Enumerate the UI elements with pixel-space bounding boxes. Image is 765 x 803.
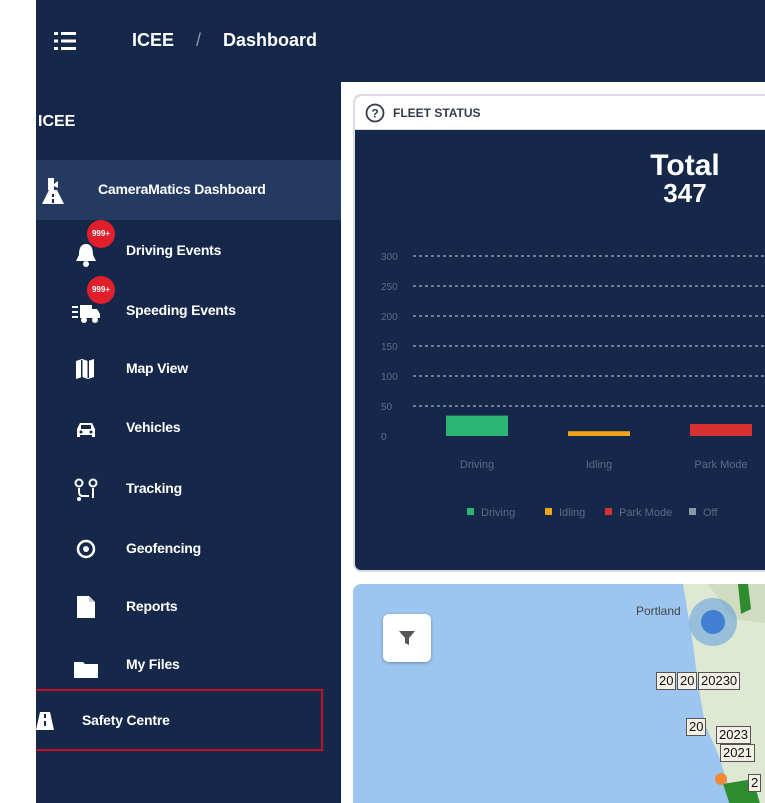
sidebar-item-label: CameraMatics Dashboard bbox=[98, 181, 266, 197]
notification-badge: 999+ bbox=[87, 276, 115, 304]
fleet-status-chart: 0 50 100 150 200 250 300 Driving Idling Park Mode… bbox=[381, 252, 765, 519]
sidebar-item-label: Vehicles bbox=[126, 419, 181, 435]
road-icon bbox=[36, 712, 54, 730]
sidebar-item-label: Map View bbox=[126, 360, 188, 376]
breadcrumb-separator: / bbox=[196, 30, 202, 50]
y-tick-label: 100 bbox=[381, 372, 398, 383]
x-tick-label: Driving bbox=[460, 459, 494, 471]
y-tick-label: 50 bbox=[381, 402, 393, 413]
bar-park-mode bbox=[690, 424, 752, 436]
main-content: ? FLEET STATUS Total 347 0 50 100 150 200 250… bbox=[341, 82, 765, 803]
breadcrumb-app[interactable]: ICEE bbox=[132, 30, 174, 51]
folder-icon bbox=[74, 660, 98, 678]
breadcrumb-page: Dashboard bbox=[223, 30, 318, 50]
sidebar-item-label: Reports bbox=[126, 598, 178, 614]
sidebar: ICEE CameraMatics Dashboard 999+ Driving… bbox=[36, 82, 341, 803]
sidebar-item-tracking[interactable]: Tracking bbox=[36, 460, 341, 520]
map-vehicle-tag[interactable]: 2021 bbox=[720, 744, 755, 762]
sidebar-item-cameramatics-dashboard[interactable]: CameraMatics Dashboard bbox=[36, 160, 341, 220]
sidebar-item-driving-events[interactable]: 999+ Driving Events bbox=[36, 220, 341, 280]
y-tick-label: 250 bbox=[381, 282, 398, 293]
bar-idling bbox=[568, 431, 630, 436]
top-bar: ICEE / Dashboard bbox=[36, 0, 765, 82]
x-tick-label: Park Mode bbox=[694, 459, 747, 471]
sidebar-item-safety-centre[interactable]: Safety Centre bbox=[36, 692, 341, 752]
legend-swatch bbox=[689, 508, 696, 515]
sidebar-item-map-view[interactable]: Map View bbox=[36, 340, 341, 400]
map-city-label: Portland bbox=[636, 604, 681, 618]
map-vehicle-tag[interactable]: 20 bbox=[686, 718, 707, 736]
legend-swatch bbox=[605, 508, 612, 515]
tracking-route-icon bbox=[74, 478, 98, 502]
y-tick-label: 200 bbox=[381, 312, 398, 323]
speeding-truck-icon bbox=[72, 302, 100, 324]
filter-icon bbox=[399, 631, 415, 645]
sidebar-item-label: Speeding Events bbox=[126, 302, 236, 318]
map-vehicle-tag[interactable]: 20 bbox=[677, 672, 698, 690]
sidebar-item-my-files[interactable]: My Files bbox=[36, 640, 341, 700]
sidebar-item-label: Geofencing bbox=[126, 540, 202, 556]
sidebar-item-label: Safety Centre bbox=[82, 712, 170, 728]
x-tick-label: Idling bbox=[586, 459, 612, 471]
sidebar-item-geofencing[interactable]: Geofencing bbox=[36, 520, 341, 580]
document-icon bbox=[77, 596, 95, 618]
map-filter-button[interactable] bbox=[383, 614, 431, 662]
map-vehicle-tag[interactable]: 2 bbox=[748, 774, 762, 792]
sidebar-title: ICEE bbox=[38, 113, 76, 130]
camera-road-icon bbox=[38, 176, 68, 204]
notification-badge: 999+ bbox=[87, 220, 115, 248]
map-vehicle-tag[interactable]: 2023 bbox=[716, 726, 751, 744]
y-tick-label: 300 bbox=[381, 252, 398, 263]
sidebar-item-speeding-events[interactable]: 999+ Speeding Events bbox=[36, 276, 341, 340]
sidebar-item-reports[interactable]: Reports bbox=[36, 580, 341, 640]
y-tick-label: 150 bbox=[381, 342, 398, 353]
legend-label: Driving bbox=[481, 507, 515, 519]
menu-icon[interactable] bbox=[54, 31, 76, 51]
legend-label: Park Mode bbox=[619, 507, 672, 519]
sidebar-item-label: Driving Events bbox=[126, 242, 222, 258]
sidebar-item-label: Tracking bbox=[126, 480, 182, 496]
fleet-status-card: ? FLEET STATUS Total 347 0 50 100 150 200 250… bbox=[353, 94, 765, 572]
map-panel[interactable]: Portland OR 20 20 20230 20 2023 2021 2 bbox=[353, 584, 765, 803]
bar-driving bbox=[446, 415, 508, 436]
legend-label: Idling bbox=[559, 507, 585, 519]
sidebar-item-vehicles[interactable]: Vehicles bbox=[36, 400, 341, 460]
app-window: ICEE / Dashboard ICEE CameraMatics Dashb… bbox=[36, 0, 765, 803]
map-vehicle-tag[interactable]: 20 bbox=[656, 672, 677, 690]
map-vehicle-tag[interactable]: 20230 bbox=[698, 672, 741, 690]
car-icon bbox=[76, 421, 96, 439]
y-tick-label: 0 bbox=[381, 432, 387, 443]
map-icon bbox=[76, 359, 94, 379]
sidebar-item-label: My Files bbox=[126, 656, 180, 672]
location-pin-icon bbox=[76, 539, 96, 559]
legend-swatch bbox=[545, 508, 552, 515]
legend-label: Off bbox=[703, 507, 718, 519]
legend-swatch bbox=[467, 508, 474, 515]
